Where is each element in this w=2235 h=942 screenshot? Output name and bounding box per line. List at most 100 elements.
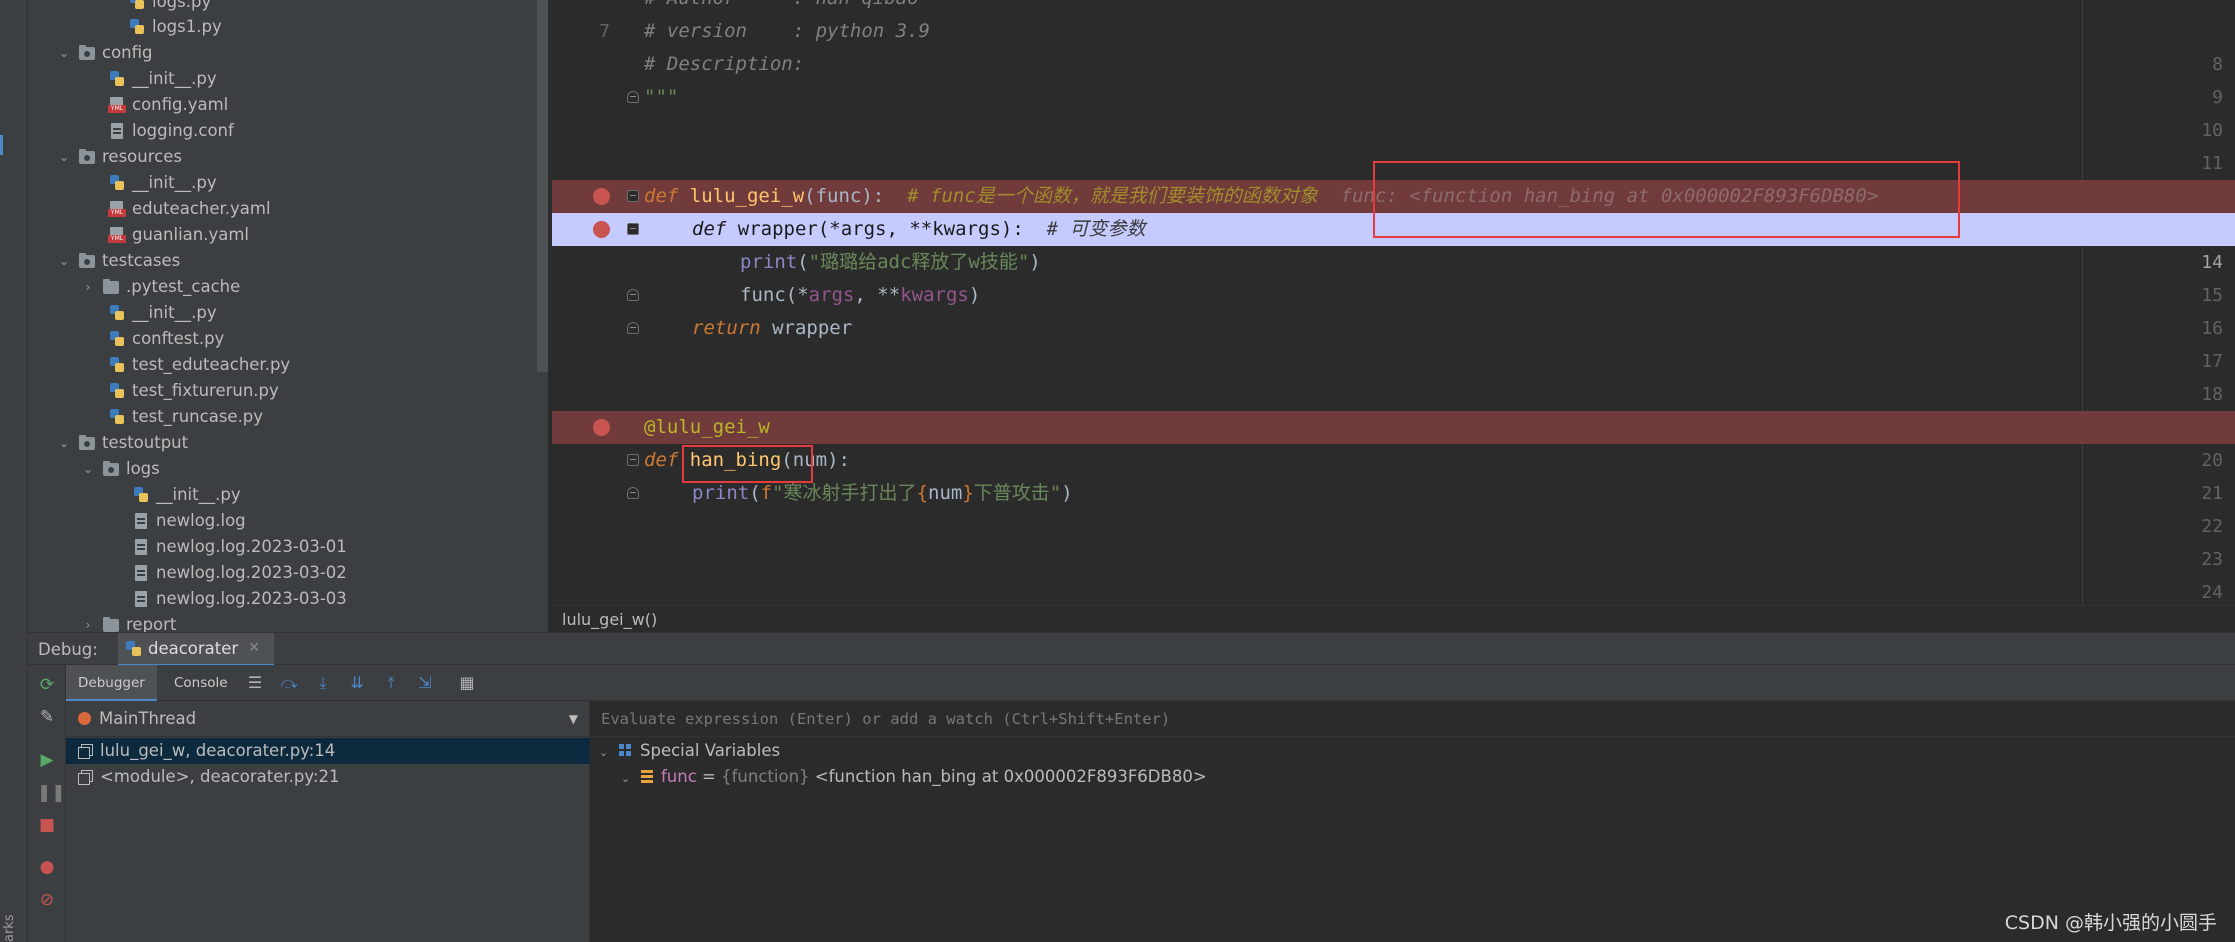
breadcrumb-item[interactable]: lulu_gei_w() — [562, 610, 657, 629]
code-line-12[interactable]: 12 — [552, 147, 2235, 207]
debug-session-tab[interactable]: deacorater ✕ — [118, 633, 274, 666]
code-line-9[interactable]: 9 # Description: — [552, 48, 2235, 108]
tree-scrollbar[interactable] — [537, 0, 548, 372]
python-file-icon — [108, 408, 126, 426]
evaluate-expression-icon[interactable]: ▦ — [456, 673, 478, 693]
code-line-10[interactable]: 10 """ — [552, 81, 2235, 141]
tab-debugger[interactable]: Debugger — [66, 665, 157, 701]
code-line-17[interactable]: 17 return wrapper — [552, 312, 2235, 372]
tree-item-logs[interactable]: ⌄ logs — [80, 456, 160, 482]
fold-icon[interactable] — [627, 454, 639, 466]
code-line-21[interactable]: 21 def han_bing(num): — [552, 444, 2235, 504]
fold-end-icon[interactable] — [627, 322, 639, 334]
code-line-11[interactable]: 11 — [552, 114, 2235, 174]
tree-item-logging-conf[interactable]: logging.conf — [108, 118, 234, 144]
tree-item-logs1-py[interactable]: logs1.py — [128, 14, 222, 40]
code-line-24[interactable]: 24 — [552, 543, 2235, 603]
tree-item-resources[interactable]: ⌄ resources — [56, 144, 182, 170]
code-text: """ — [644, 86, 679, 108]
step-over-icon[interactable]: ⤼ — [278, 673, 300, 693]
code-line-8[interactable]: 8 # version : python 3.9 — [552, 15, 2235, 75]
tree-item-config-yaml[interactable]: config.yaml — [108, 92, 228, 118]
tree-item-report[interactable]: › report — [80, 612, 176, 632]
breadcrumb[interactable]: lulu_gei_w() — [552, 605, 2235, 632]
chevron-right-icon[interactable]: › — [80, 612, 96, 632]
fold-icon[interactable] — [627, 190, 639, 202]
code-line-19[interactable]: 19 — [552, 378, 2235, 438]
code-line-22[interactable]: 22 print(f"寒冰射手打出了{num}下普攻击") — [552, 477, 2235, 537]
breakpoint-icon[interactable] — [593, 419, 610, 436]
tree-item-testcases[interactable]: ⌄ testcases — [56, 248, 180, 274]
chevron-down-icon[interactable]: ⌄ — [56, 248, 72, 274]
tree-item-newlog-log[interactable]: newlog.log — [132, 508, 246, 534]
code-editor[interactable]: 7 # Author : han qibao 8 # version : pyt… — [552, 0, 2235, 605]
tree-item-testoutput[interactable]: ⌄ testoutput — [56, 430, 188, 456]
chevron-down-icon[interactable]: ⌄ — [56, 430, 72, 456]
pause-icon[interactable]: ❚❚ — [37, 783, 66, 803]
tree-item-init-py[interactable]: __init__.py — [132, 482, 241, 508]
breakpoint-icon[interactable] — [593, 188, 610, 205]
code-line-15[interactable]: 15 print("璐璐给adc释放了w技能") — [552, 246, 2235, 306]
tree-item-conftest-py[interactable]: conftest.py — [108, 326, 224, 352]
chevron-down-icon[interactable]: ▼ — [569, 701, 578, 737]
bookmarks-tool-tab[interactable]: arks — [2, 888, 22, 942]
python-file-icon — [108, 356, 126, 374]
tree-item-test-runcase-py[interactable]: test_runcase.py — [108, 404, 263, 430]
tree-item-init-py[interactable]: __init__.py — [108, 66, 217, 92]
tree-item-init-py[interactable]: __init__.py — [108, 300, 217, 326]
tree-item-newlog-2023-03-02[interactable]: newlog.log.2023-03-02 — [132, 560, 347, 586]
variable-func[interactable]: ⌄ func = {function} <function han_bing at… — [621, 764, 1207, 790]
step-out-icon[interactable]: ⤒ — [380, 673, 402, 693]
fold-end-icon[interactable] — [627, 289, 639, 301]
view-breakpoints-icon[interactable]: ● — [37, 857, 57, 877]
chevron-down-icon[interactable]: ⌄ — [80, 456, 96, 482]
code-line-25[interactable]: 25 — [552, 576, 2235, 605]
chevron-down-icon[interactable]: ⌄ — [599, 740, 613, 766]
tree-item-pytest-cache[interactable]: › .pytest_cache — [80, 274, 241, 300]
breakpoint-icon[interactable] — [593, 221, 610, 238]
fold-icon[interactable] — [627, 223, 639, 235]
chevron-down-icon[interactable]: ⌄ — [621, 766, 635, 792]
code-line-23[interactable]: 23 — [552, 510, 2235, 570]
frame-item[interactable]: <module>, deacorater.py:21 — [66, 764, 590, 790]
menu-icon[interactable]: ☰ — [244, 673, 266, 693]
code-line-16[interactable]: 16 func(*args, **kwargs) — [552, 279, 2235, 339]
wrench-icon[interactable]: ✎ — [37, 707, 57, 727]
fold-end-icon[interactable] — [627, 487, 639, 499]
frame-item[interactable]: lulu_gei_w, deacorater.py:14 — [66, 738, 590, 764]
tree-item-logs-py[interactable]: logs.py — [128, 0, 211, 15]
thread-selector[interactable]: MainThread ▼ — [66, 701, 590, 737]
stop-icon[interactable]: ■ — [37, 815, 57, 835]
tree-item-guanlian-yaml[interactable]: guanlian.yaml — [108, 222, 249, 248]
resume-icon[interactable]: ▶ — [37, 750, 57, 770]
code-line-13[interactable]: 13 def lulu_gei_w(func): # func是一个函数，就是我… — [552, 180, 2235, 240]
chevron-right-icon[interactable]: › — [80, 274, 96, 300]
step-into-my-code-icon[interactable]: ⇊ — [346, 673, 368, 693]
chevron-down-icon[interactable]: ⌄ — [56, 144, 72, 170]
tab-console[interactable]: Console — [162, 665, 240, 701]
tree-item-test-eduteacher-py[interactable]: test_eduteacher.py — [108, 352, 290, 378]
watch-expression-input[interactable]: Evaluate expression (Enter) or add a wat… — [591, 701, 2235, 737]
close-icon[interactable]: ✕ — [248, 632, 260, 665]
step-into-icon[interactable]: ⤓ — [312, 673, 334, 693]
rerun-icon[interactable]: ⟳ — [37, 675, 57, 695]
tree-item-test-fixturerun-py[interactable]: test_fixturerun.py — [108, 378, 279, 404]
run-to-cursor-icon[interactable]: ⇲ — [414, 673, 436, 693]
code-text: print("璐璐给adc释放了w技能") — [740, 251, 1041, 273]
tree-item-eduteacher-yaml[interactable]: eduteacher.yaml — [108, 196, 271, 222]
mute-breakpoints-icon[interactable]: ⊘ — [37, 890, 57, 910]
tree-item-newlog-2023-03-03[interactable]: newlog.log.2023-03-03 — [132, 586, 347, 612]
active-tool-marker — [0, 135, 3, 155]
code-line-7[interactable]: 7 # Author : han qibao — [552, 0, 2235, 42]
code-line-18[interactable]: 18 — [552, 345, 2235, 405]
tree-item-config[interactable]: ⌄ config — [56, 40, 153, 66]
special-variables-node[interactable]: ⌄ Special Variables — [599, 738, 780, 764]
code-line-20[interactable]: 20 @lulu_gei_w — [552, 411, 2235, 471]
tree-item-init-py[interactable]: __init__.py — [108, 170, 217, 196]
activity-strip: arks — [0, 0, 28, 942]
code-line-14[interactable]: 14 def wrapper(*args, **kwargs): # 可变参数 — [552, 213, 2235, 273]
chevron-down-icon[interactable]: ⌄ — [56, 40, 72, 66]
package-folder-icon — [78, 148, 96, 166]
fold-end-icon[interactable] — [627, 91, 639, 103]
tree-item-newlog-2023-03-01[interactable]: newlog.log.2023-03-01 — [132, 534, 347, 560]
